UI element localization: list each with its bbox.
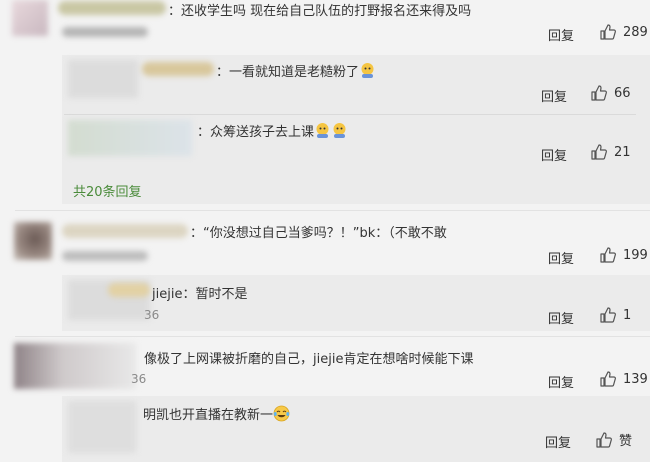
crying-emoji-icon [315, 122, 330, 139]
reply-text: jiejie：暂时不是 [152, 287, 248, 302]
like-count: 21 [614, 144, 631, 160]
reply-time: 36 [144, 308, 160, 322]
like-button[interactable]: 139 [599, 370, 648, 388]
like-button[interactable]: 赞 [595, 430, 632, 449]
reply-button[interactable]: 回复 [548, 308, 574, 327]
divider [15, 210, 650, 211]
crying-emoji-icon [360, 62, 375, 79]
avatar[interactable] [68, 120, 192, 156]
thumbs-up-icon [590, 143, 608, 161]
divider [64, 114, 636, 115]
thumbs-up-icon [599, 370, 617, 388]
like-count: 289 [623, 24, 648, 40]
thumbs-up-icon [595, 431, 613, 449]
avatar[interactable] [68, 60, 138, 98]
like-count: 139 [623, 371, 648, 387]
like-button[interactable]: 21 [590, 143, 631, 161]
thumbs-up-icon [599, 306, 617, 324]
like-count: 199 [623, 247, 648, 263]
thumbs-up-icon [599, 246, 617, 264]
avatar[interactable] [12, 0, 48, 36]
more-replies-link[interactable]: 共20条回复 [73, 181, 142, 200]
comment-time [62, 27, 148, 37]
reply-text: 明凯也开直播在教新一 [143, 404, 290, 423]
thumbs-up-icon [599, 23, 617, 41]
thumbs-up-icon [590, 84, 608, 102]
comment-time: 36 [131, 372, 147, 386]
like-count: 66 [614, 85, 631, 101]
reply-button[interactable]: 回复 [548, 248, 574, 267]
username[interactable] [108, 283, 150, 297]
reply-button[interactable]: 回复 [541, 145, 567, 164]
reply-button[interactable]: 回复 [548, 372, 574, 391]
avatar[interactable] [14, 222, 52, 260]
username[interactable] [58, 1, 166, 15]
like-button[interactable]: 199 [599, 246, 648, 264]
reply-button[interactable]: 回复 [541, 86, 567, 105]
reply-text: ：众筹送孩子去上课 [197, 121, 348, 140]
comment-text: 像极了上网课被折磨的自己，jiejie肯定在想啥时候能下课 [144, 352, 474, 367]
reply-button[interactable]: 回复 [548, 25, 574, 44]
username[interactable] [62, 224, 188, 238]
like-label: 赞 [619, 434, 633, 449]
divider [15, 336, 650, 337]
like-button[interactable]: 1 [599, 306, 631, 324]
like-button[interactable]: 289 [599, 23, 648, 41]
reply-text: ：一看就知道是老糙粉了 [216, 61, 376, 80]
comment-text: ：“你没想过自己当爹吗？！”bk：（不敢不敢 [190, 226, 447, 241]
comment-text: ：还收学生吗 现在给自己队伍的打野报名还来得及吗 [168, 4, 472, 19]
like-button[interactable]: 66 [590, 84, 631, 102]
avatar[interactable] [68, 401, 136, 453]
comment-time [62, 251, 148, 261]
crying-emoji-icon [332, 122, 347, 139]
like-count: 1 [623, 307, 632, 323]
reply-button[interactable]: 回复 [545, 432, 571, 451]
tears-of-joy-icon [273, 405, 290, 422]
username[interactable] [142, 62, 214, 76]
avatar[interactable] [14, 343, 136, 389]
